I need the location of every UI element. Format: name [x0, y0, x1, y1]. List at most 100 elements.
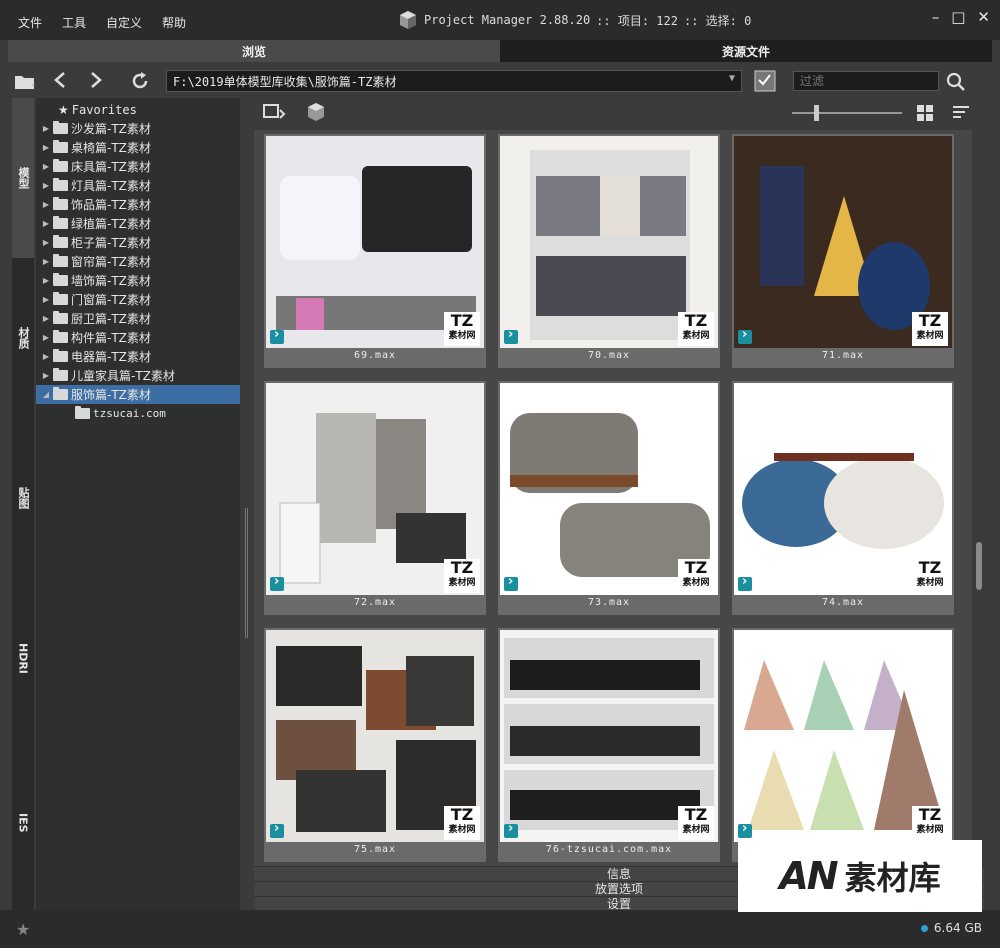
category-tab-strip: 模型 材质 贴图 HDRI IES: [12, 98, 34, 910]
folder-icon: [53, 235, 68, 248]
tree-favorites[interactable]: ★ Favorites: [36, 100, 240, 119]
thumbnail-tile[interactable]: TZ素材网77.max: [732, 628, 954, 862]
tab-browse[interactable]: 浏览: [8, 40, 500, 62]
tab-resources[interactable]: 资源文件: [500, 40, 992, 62]
tree-item-label: 门窗篇-TZ素材: [71, 293, 151, 307]
tree-item-selected[interactable]: ◢ 服饰篇-TZ素材: [36, 385, 240, 404]
tree-item[interactable]: ▶ 饰品篇-TZ素材: [36, 195, 240, 214]
thumbnail-tile[interactable]: TZ素材网 70.max: [498, 134, 720, 368]
max-file-icon: [738, 327, 752, 344]
path-input[interactable]: F:\2019单体模型库收集\服饰篇-TZ素材 ▼: [166, 70, 742, 92]
tree-item-label: 床具篇-TZ素材: [71, 160, 151, 174]
refresh-icon[interactable]: [130, 71, 150, 91]
thumbnail-tile[interactable]: TZ素材网 74.max: [732, 381, 954, 615]
thumbnail-tile[interactable]: TZ素材网 73.max: [498, 381, 720, 615]
thumbnail-grid: TZ素材网 69.max TZ素材网 70.max TZ素材网 71.max TZ素材网 72…: [254, 130, 972, 866]
thumbnail-tile[interactable]: TZ素材网 71.max: [732, 134, 954, 368]
max-file-icon[interactable]: [304, 101, 328, 125]
expand-arrow-icon[interactable]: ▶: [40, 238, 52, 247]
window-controls: – □ ✕: [932, 8, 990, 26]
tree-item-label: 沙发篇-TZ素材: [71, 122, 151, 136]
grid-view-icon[interactable]: [916, 104, 938, 122]
expand-arrow-icon[interactable]: ▶: [40, 143, 52, 152]
tree-item[interactable]: ▶ 儿童家具篇-TZ素材: [36, 366, 240, 385]
menu-tools[interactable]: 工具: [52, 14, 96, 31]
watermark-an: AN: [779, 854, 838, 898]
tree-item-subfolder[interactable]: tzsucai.com: [36, 404, 240, 423]
tz-badge: TZ 素材网: [444, 806, 480, 840]
thumbnail-tile[interactable]: TZ素材网 69.max: [264, 134, 486, 368]
tree-item[interactable]: ▶ 墙饰篇-TZ素材: [36, 271, 240, 290]
filter-input[interactable]: [793, 71, 939, 91]
tree-item[interactable]: ▶ 灯具篇-TZ素材: [36, 176, 240, 195]
thumbnail-caption: 71.max: [821, 350, 865, 361]
thumbnail-tile[interactable]: TZ素材网 72.max: [264, 381, 486, 615]
expand-arrow-icon[interactable]: ▶: [40, 200, 52, 209]
tree-item[interactable]: ▶ 厨卫篇-TZ素材: [36, 309, 240, 328]
tree-item[interactable]: ▶ 桌椅篇-TZ素材: [36, 138, 240, 157]
thumbnail-tile[interactable]: TZ素材网 76-tzsucai.com.max: [498, 628, 720, 862]
scrollbar-thumb[interactable]: [976, 542, 982, 590]
tree-item[interactable]: ▶ 绿植篇-TZ素材: [36, 214, 240, 233]
splitter-grip[interactable]: [245, 508, 248, 638]
tab-hdri[interactable]: HDRI: [12, 578, 34, 738]
thumbnail-image: TZ素材网: [266, 136, 484, 348]
tree-item[interactable]: ▶ 柜子篇-TZ素材: [36, 233, 240, 252]
tree-item[interactable]: ▶ 沙发篇-TZ素材: [36, 119, 240, 138]
favorite-star-icon[interactable]: ★: [16, 920, 30, 939]
tab-ies[interactable]: IES: [12, 738, 34, 908]
folder-icon: [53, 121, 68, 134]
title-bar: 文件 工具 自定义 帮助 Project Manager 2.88.20 :: …: [0, 0, 1000, 40]
max-file-icon: [504, 821, 518, 838]
expand-arrow-icon[interactable]: ▶: [40, 352, 52, 361]
expand-arrow-icon[interactable]: ▶: [40, 124, 52, 133]
grid-scrollbar[interactable]: [974, 130, 984, 866]
menu-customize[interactable]: 自定义: [96, 14, 152, 31]
tab-textures[interactable]: 贴图: [12, 418, 34, 578]
sort-icon[interactable]: [952, 104, 976, 122]
tree-item-label: 服饰篇-TZ素材: [71, 388, 151, 402]
folder-icon: [53, 330, 68, 343]
thumbnail-caption: 73.max: [587, 597, 631, 608]
tab-materials[interactable]: 材质: [12, 258, 34, 418]
expand-arrow-icon[interactable]: ▶: [40, 181, 52, 190]
tree-item[interactable]: ▶ 构件篇-TZ素材: [36, 328, 240, 347]
expand-arrow-icon[interactable]: ▶: [40, 333, 52, 342]
max-file-icon: [270, 574, 284, 591]
folder-icon[interactable]: [14, 72, 36, 90]
tree-item-label: 构件篇-TZ素材: [71, 331, 151, 345]
back-arrow-icon[interactable]: [52, 71, 68, 89]
tree-item[interactable]: ▶ 门窗篇-TZ素材: [36, 290, 240, 309]
thumbnail-tile[interactable]: TZ素材网 75.max: [264, 628, 486, 862]
tz-badge: TZ 素材网: [912, 806, 948, 840]
slider-handle[interactable]: [814, 105, 819, 121]
checklist-filter-icon[interactable]: [754, 70, 780, 92]
maximize-button[interactable]: □: [951, 8, 965, 26]
pane-splitter[interactable]: [242, 98, 252, 910]
expand-arrow-icon[interactable]: ▶: [40, 219, 52, 228]
tab-models[interactable]: 模型: [12, 98, 34, 258]
close-button[interactable]: ✕: [977, 8, 990, 26]
tree-item[interactable]: ▶ 电器篇-TZ素材: [36, 347, 240, 366]
sync-icon[interactable]: [262, 102, 286, 124]
main-tabs: 浏览 资源文件: [8, 40, 992, 62]
favorites-label: Favorites: [71, 102, 137, 117]
folder-icon: [75, 406, 90, 419]
expand-arrow-icon[interactable]: ▶: [40, 276, 52, 285]
minimize-button[interactable]: –: [932, 8, 940, 26]
expand-arrow-icon[interactable]: ▶: [40, 162, 52, 171]
menu-file[interactable]: 文件: [8, 14, 52, 31]
chevron-down-icon[interactable]: ▼: [729, 73, 735, 84]
thumbnail-caption: 69.max: [353, 350, 397, 361]
expand-arrow-icon[interactable]: ▶: [40, 295, 52, 304]
tree-item[interactable]: ▶ 窗帘篇-TZ素材: [36, 252, 240, 271]
thumbnail-image: TZ素材网: [734, 383, 952, 595]
expand-arrow-icon[interactable]: ▶: [40, 314, 52, 323]
thumbnail-size-slider[interactable]: [792, 112, 902, 114]
expand-arrow-icon[interactable]: ▶: [40, 371, 52, 380]
menu-help[interactable]: 帮助: [152, 14, 196, 31]
tree-item[interactable]: ▶ 床具篇-TZ素材: [36, 157, 240, 176]
search-icon[interactable]: [946, 72, 968, 92]
expand-arrow-icon[interactable]: ▶: [40, 257, 52, 266]
forward-arrow-icon[interactable]: [88, 71, 104, 89]
